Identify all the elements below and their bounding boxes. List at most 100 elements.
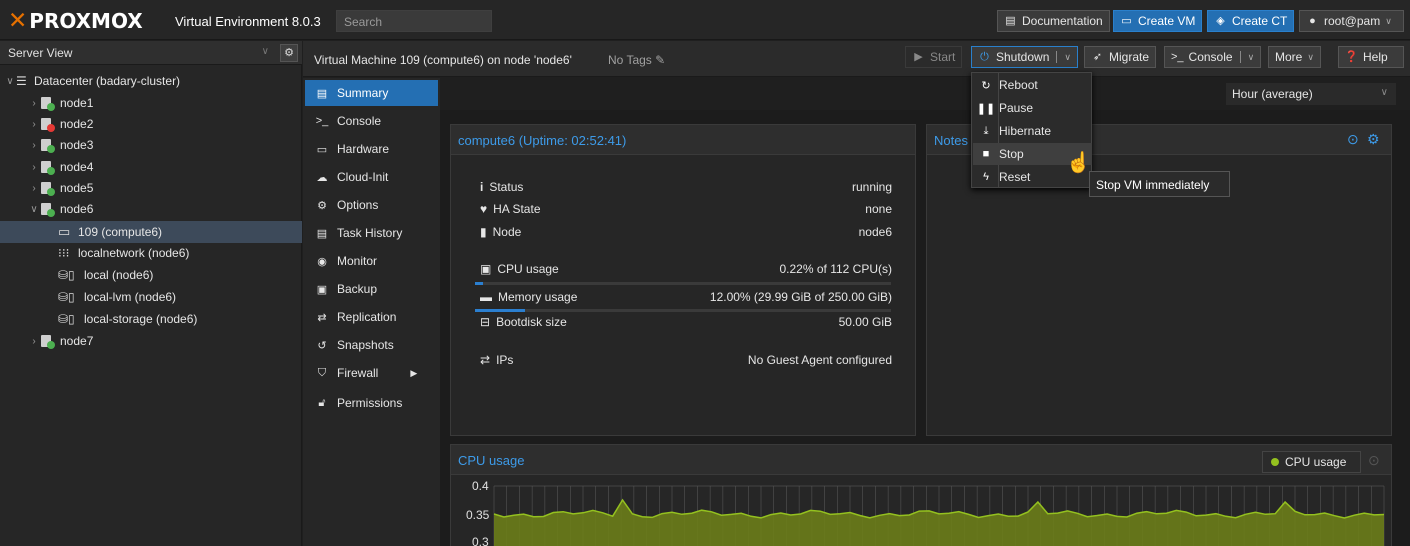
cpu-chart-svg: 0.4 0.35 0.3 bbox=[466, 479, 1385, 546]
node-online-icon bbox=[40, 181, 56, 196]
collapse-icon[interactable]: ⊙ bbox=[1347, 131, 1359, 148]
heartbeat-icon: ♥ bbox=[480, 202, 488, 216]
node-row: ▮ Node node6 bbox=[480, 225, 892, 239]
console-button[interactable]: >_ Console ∨ bbox=[1164, 46, 1262, 68]
chevron-down-icon: ∨ bbox=[1064, 51, 1071, 62]
nav-replication[interactable]: ⇄ Replication bbox=[305, 304, 438, 330]
nav-firewall[interactable]: ⛉ Firewall ▶ bbox=[305, 360, 438, 386]
tree-node1[interactable]: › node1 bbox=[0, 92, 302, 114]
shutdown-button[interactable]: ⏻ Shutdown ∨ bbox=[971, 46, 1078, 68]
create-vm-button[interactable]: ▭ Create VM bbox=[1113, 10, 1203, 32]
documentation-button[interactable]: ▤ Documentation bbox=[997, 10, 1110, 32]
vm-title: Virtual Machine 109 (compute6) on node '… bbox=[314, 53, 572, 67]
nav-summary[interactable]: ▤ Summary bbox=[305, 80, 438, 106]
logo-text: PROXMOX bbox=[29, 9, 143, 33]
tags-editor[interactable]: No Tags ✎ bbox=[608, 53, 665, 67]
tree-node7[interactable]: › node7 bbox=[0, 330, 302, 352]
nav-cloud-init[interactable]: ☁ Cloud-Init bbox=[305, 164, 438, 190]
gear-icon[interactable]: ⚙ bbox=[1367, 131, 1380, 148]
nav-permissions[interactable]: 🔓︎ Permissions bbox=[305, 390, 438, 416]
chevron-right-icon: › bbox=[32, 139, 36, 151]
search-input[interactable]: Search bbox=[336, 10, 492, 32]
cpu-icon: ▣ bbox=[480, 262, 492, 276]
user-icon: ● bbox=[1309, 14, 1316, 27]
nav-backup[interactable]: ▣ Backup bbox=[305, 276, 438, 302]
tree-datacenter[interactable]: ∨ ☰ Datacenter (badary-cluster) bbox=[0, 70, 302, 92]
download-icon: ⤓ bbox=[983, 124, 989, 137]
book-icon: ▤ bbox=[1005, 14, 1016, 27]
more-button[interactable]: More ∨ bbox=[1268, 46, 1321, 68]
tree-vm-109[interactable]: ▭ 109 (compute6) bbox=[0, 221, 302, 243]
refresh-icon: ↻ bbox=[981, 79, 991, 92]
nav-hardware[interactable]: ▭ Hardware bbox=[305, 136, 438, 162]
collapse-icon[interactable]: ⊙ bbox=[1368, 452, 1380, 469]
y-tick-label: 0.4 bbox=[472, 479, 489, 493]
nav-snapshots[interactable]: ↺ Snapshots bbox=[305, 332, 438, 358]
server-view-select[interactable]: Server View ∨ bbox=[4, 44, 274, 62]
tree-localnetwork[interactable]: ⁝⁝⁝ localnetwork (node6) bbox=[0, 242, 302, 264]
ha-state-row: ♥ HA State none bbox=[480, 202, 892, 216]
notes-title: Notes bbox=[934, 133, 968, 148]
node-online-icon bbox=[40, 160, 56, 175]
menu-item-hibernate[interactable]: ⤓ Hibernate bbox=[973, 120, 1092, 142]
tree-node4[interactable]: › node4 bbox=[0, 156, 302, 178]
nav-monitor[interactable]: ◉ Monitor bbox=[305, 248, 438, 274]
tree-storage-local-lvm[interactable]: ⛁▯ local-lvm (node6) bbox=[0, 286, 302, 308]
chevron-right-icon: › bbox=[32, 161, 36, 173]
terminal-icon: >_ bbox=[315, 115, 329, 127]
chevron-right-icon: › bbox=[32, 97, 36, 109]
power-icon: ⏻ bbox=[980, 50, 989, 63]
desktop-icon: ▭ bbox=[1121, 14, 1132, 27]
vm-running-icon: ▭ bbox=[58, 224, 71, 239]
chevron-right-icon: › bbox=[32, 335, 36, 347]
node-online-icon bbox=[40, 138, 56, 153]
tree-node2[interactable]: › node2 bbox=[0, 113, 302, 135]
cpu-usage-bar bbox=[475, 282, 891, 285]
y-tick-label: 0.3 bbox=[472, 535, 489, 546]
user-menu-button[interactable]: ● root@pam ∨ bbox=[1299, 10, 1404, 32]
tree-storage-local[interactable]: ⛁▯ local (node6) bbox=[0, 264, 302, 286]
unlock-icon: 🔓︎ bbox=[318, 396, 326, 409]
status-row: i Status running bbox=[480, 180, 892, 194]
gear-icon: ⚙ bbox=[317, 199, 327, 212]
node-online-icon bbox=[40, 96, 56, 111]
tree-node5[interactable]: › node5 bbox=[0, 177, 302, 199]
hand-cursor-icon: ☝ bbox=[1066, 152, 1091, 174]
nav-console[interactable]: >_ Console bbox=[305, 108, 438, 134]
storage-icon: ⛁▯ bbox=[58, 312, 75, 326]
question-icon: ❓ bbox=[1344, 50, 1359, 63]
exchange-icon: ⇄ bbox=[480, 353, 491, 367]
timeframe-select[interactable]: Hour (average) ∨ bbox=[1226, 83, 1396, 105]
chevron-right-icon: › bbox=[32, 182, 36, 194]
cloud-icon: ☁ bbox=[316, 171, 328, 184]
cpu-chart-legend[interactable]: CPU usage bbox=[1262, 451, 1361, 473]
desktop-icon: ▭ bbox=[316, 143, 328, 156]
book-icon: ▤ bbox=[316, 87, 328, 100]
tree-node6[interactable]: ∨ node6 bbox=[0, 198, 302, 220]
list-icon: ▤ bbox=[316, 227, 328, 240]
help-button[interactable]: ❓ Help bbox=[1338, 46, 1404, 68]
memory-usage-bar bbox=[475, 309, 891, 312]
bootdisk-row: ⊟ Bootdisk size 50.00 GiB bbox=[480, 315, 892, 329]
stop-icon: ■ bbox=[982, 148, 990, 160]
tree-node3[interactable]: › node3 bbox=[0, 134, 302, 156]
node-offline-icon bbox=[40, 117, 56, 132]
pause-icon: ❚❚ bbox=[976, 102, 996, 115]
server-icon: ▮ bbox=[480, 225, 487, 239]
menu-item-reboot[interactable]: ↻ Reboot bbox=[973, 74, 1092, 96]
memory-icon: ▬ bbox=[480, 290, 492, 304]
gear-icon[interactable]: ⚙ bbox=[280, 44, 298, 62]
migrate-button[interactable]: ➶ Migrate bbox=[1084, 46, 1157, 68]
chevron-down-icon: ∨ bbox=[1307, 51, 1314, 62]
create-ct-button[interactable]: ◈ Create CT bbox=[1207, 10, 1295, 32]
status-panel-title: compute6 (Uptime: 02:52:41) bbox=[451, 125, 915, 155]
nav-task-history[interactable]: ▤ Task History bbox=[305, 220, 438, 246]
tree-storage-local-storage[interactable]: ⛁▯ local-storage (node6) bbox=[0, 308, 302, 330]
nav-options[interactable]: ⚙ Options bbox=[305, 192, 438, 218]
proxmox-logo[interactable]: ✕ PROXMOX bbox=[8, 9, 143, 33]
caret-right-icon: ▶ bbox=[410, 367, 418, 378]
menu-item-pause[interactable]: ❚❚ Pause bbox=[973, 97, 1092, 119]
start-button[interactable]: ▶ Start bbox=[905, 46, 963, 68]
chevron-right-icon: › bbox=[32, 118, 36, 130]
floppy-icon: ▣ bbox=[316, 283, 328, 296]
